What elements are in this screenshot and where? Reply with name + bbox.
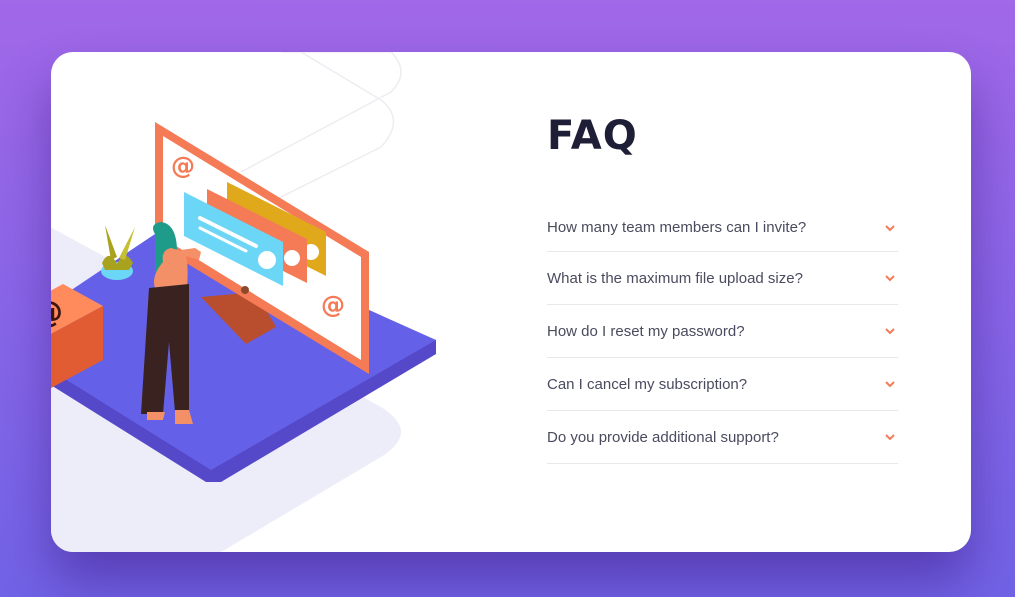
faq-question: Do you provide additional support? <box>547 428 779 446</box>
faq-card: @ @ @ FAQ How many team members <box>51 52 971 552</box>
svg-text:@: @ <box>171 152 195 180</box>
chevron-down-icon <box>885 434 895 441</box>
faq-item-team-members[interactable]: How many team members can I invite? <box>547 204 898 252</box>
page-title: FAQ <box>547 113 638 159</box>
chevron-down-icon <box>885 381 895 388</box>
faq-item-additional-support[interactable]: Do you provide additional support? <box>547 411 898 464</box>
at-sign-icon: @ <box>51 295 63 330</box>
faq-illustration: @ @ @ <box>51 52 436 552</box>
faq-item-reset-password[interactable]: How do I reset my password? <box>547 305 898 358</box>
chevron-down-icon <box>885 328 895 335</box>
faq-question: How many team members can I invite? <box>547 219 807 236</box>
faq-item-upload-size[interactable]: What is the maximum file upload size? <box>547 252 898 305</box>
faq-question: What is the maximum file upload size? <box>547 269 803 287</box>
faq-question: Can I cancel my subscription? <box>547 375 748 393</box>
faq-question: How do I reset my password? <box>547 322 745 340</box>
faq-list: How many team members can I invite? What… <box>547 204 898 464</box>
chevron-down-icon <box>885 224 895 231</box>
svg-text:@: @ <box>321 291 345 319</box>
faq-item-cancel-subscription[interactable]: Can I cancel my subscription? <box>547 358 898 411</box>
chevron-down-icon <box>885 275 895 282</box>
faq-panel: FAQ How many team members can I invite? … <box>547 112 898 464</box>
